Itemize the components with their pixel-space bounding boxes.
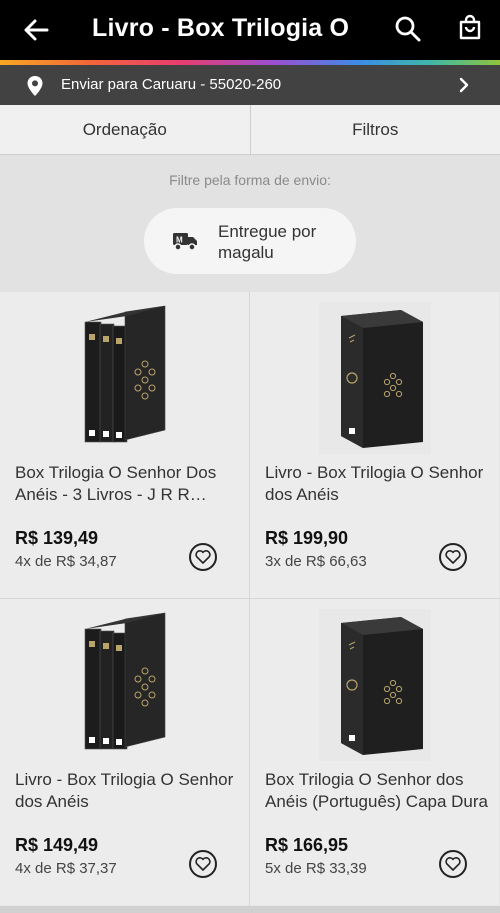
sort-filter-tabs: Ordenação Filtros [0, 105, 500, 155]
product-card[interactable]: Livro - Box Trilogia O Senhor dos Anéis … [0, 599, 249, 905]
heart-icon[interactable] [439, 850, 467, 878]
product-price: R$ 199,90 [265, 528, 349, 548]
app: Livro - Box Trilogia O Enviar para Carua… [0, 0, 500, 913]
filters-button[interactable]: Filtros [251, 105, 500, 154]
grid-divider-horizontal [0, 598, 500, 599]
product-card[interactable]: Box Trilogia O Senhor Dos Anéis - 3 Livr… [0, 292, 249, 598]
product-card[interactable]: Livro - Box Trilogia O Senhor dos Anéis … [250, 292, 499, 598]
product-image [0, 609, 249, 761]
product-price: R$ 166,95 [265, 835, 349, 855]
product-installments: 4x de R$ 37,37 [15, 860, 117, 877]
product-installments: 4x de R$ 34,87 [15, 553, 117, 570]
location-pin-icon [26, 75, 44, 96]
product-image [0, 302, 249, 454]
page-title: Livro - Box Trilogia O [92, 14, 350, 42]
shipping-filter-section: Filtre pela forma de envio: M Entregue p… [0, 155, 500, 292]
sort-button[interactable]: Ordenação [0, 105, 251, 154]
product-name: Box Trilogia O Senhor Dos Anéis - 3 Livr… [15, 463, 217, 504]
chevron-right-icon [456, 77, 472, 93]
delivery-location-bar[interactable]: Enviar para Caruaru - 55020-260 [0, 65, 500, 105]
delivery-location-text: Enviar para Caruaru - 55020-260 [61, 76, 282, 93]
truck-icon: M [172, 231, 198, 251]
product-image [250, 609, 499, 761]
shopping-bag-icon[interactable] [456, 14, 484, 42]
product-installments: 5x de R$ 33,39 [265, 860, 367, 877]
product-card[interactable]: Box Trilogia O Senhor dos Anéis (Portugu… [250, 599, 499, 905]
top-app-bar: Livro - Box Trilogia O [0, 0, 500, 60]
svg-text:M: M [176, 236, 183, 245]
product-installments: 3x de R$ 66,63 [265, 553, 367, 570]
product-price: R$ 139,49 [15, 528, 99, 548]
heart-icon[interactable] [189, 850, 217, 878]
shipping-filter-caption: Filtre pela forma de envio: [169, 172, 331, 188]
delivered-by-magalu-label: Entregue por magalu [218, 222, 317, 262]
delivered-by-magalu-chip[interactable]: M Entregue por magalu [144, 208, 356, 274]
arrow-left-icon[interactable] [22, 16, 50, 44]
bottom-edge [0, 906, 500, 913]
heart-icon[interactable] [189, 543, 217, 571]
grid-divider-vertical [249, 292, 250, 906]
search-icon[interactable] [394, 15, 422, 43]
product-name: Livro - Box Trilogia O Senhor dos Anéis [15, 770, 234, 811]
product-price: R$ 149,49 [15, 835, 99, 855]
heart-icon[interactable] [439, 543, 467, 571]
product-name: Box Trilogia O Senhor dos Anéis (Portugu… [265, 770, 489, 811]
product-name: Livro - Box Trilogia O Senhor dos Anéis [265, 463, 484, 504]
product-image [250, 302, 499, 454]
